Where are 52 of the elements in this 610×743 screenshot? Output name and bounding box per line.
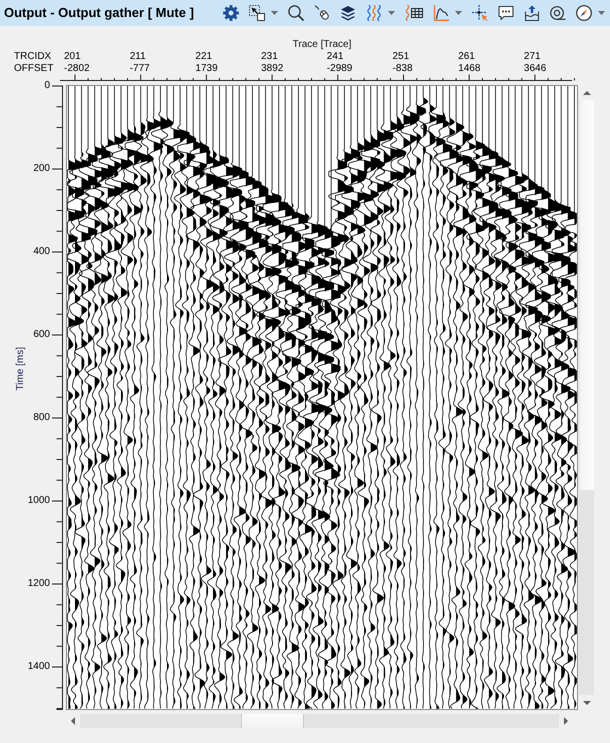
triangle-down-icon bbox=[582, 700, 590, 704]
compass-icon[interactable] bbox=[576, 5, 592, 21]
x-tick-label: 3892 bbox=[261, 63, 284, 75]
caret-down-icon[interactable] bbox=[271, 11, 278, 15]
x-tick-label: 271 bbox=[524, 51, 541, 63]
y-tick-label: 0 bbox=[44, 80, 50, 92]
axis-row-label: OFFSET bbox=[14, 63, 54, 75]
search-icon[interactable] bbox=[288, 5, 304, 21]
selection-icon[interactable] bbox=[249, 5, 265, 21]
window-title: Output - Output gather [ Mute ] bbox=[4, 5, 194, 21]
wave-table-icon[interactable] bbox=[405, 5, 423, 21]
layers-icon[interactable] bbox=[340, 5, 356, 21]
caret-down-icon[interactable] bbox=[598, 11, 605, 15]
triangle-up-icon bbox=[582, 90, 590, 94]
y-tick-label: 1000 bbox=[28, 495, 50, 507]
caret-down-icon[interactable] bbox=[455, 11, 462, 15]
x-tick-label: 251 bbox=[392, 51, 410, 63]
x-tick-label: 211 bbox=[130, 51, 146, 63]
axis-row-label: TRCIDX bbox=[14, 51, 52, 63]
x-tick-label: -2989 bbox=[326, 63, 352, 75]
x-tick-label: -2802 bbox=[64, 63, 90, 75]
scrollbar-thumb[interactable] bbox=[241, 714, 304, 728]
x-tick-label: 3646 bbox=[524, 63, 546, 75]
y-tick-label: 800 bbox=[33, 412, 50, 424]
y-tick-label: 1200 bbox=[28, 578, 50, 590]
x-tick-label: 261 bbox=[458, 51, 475, 63]
x-tick-label: -838 bbox=[392, 63, 413, 75]
x-tick-label: 241 bbox=[326, 51, 344, 63]
crosshair-icon[interactable] bbox=[472, 5, 488, 21]
wave-lines-icon[interactable] bbox=[366, 5, 382, 21]
comment-icon[interactable] bbox=[498, 5, 514, 21]
y-tick-label: 600 bbox=[33, 329, 50, 341]
caret-down-icon[interactable] bbox=[388, 11, 395, 15]
gear-icon[interactable] bbox=[223, 5, 239, 21]
y-tick-label: 400 bbox=[33, 246, 50, 258]
x-axis-title: Trace [Trace] bbox=[292, 39, 352, 51]
y-tick-label: 1400 bbox=[28, 661, 50, 673]
x-tick-label: 231 bbox=[261, 51, 278, 63]
mouse-icon[interactable] bbox=[314, 5, 330, 21]
upload-icon[interactable] bbox=[524, 5, 540, 21]
scrollbar-thumb[interactable] bbox=[579, 100, 594, 490]
x-tick-label: 1468 bbox=[458, 63, 480, 75]
y-axis-title: Time [ms] bbox=[15, 347, 27, 391]
triangle-right-icon bbox=[564, 717, 568, 725]
tape-icon[interactable] bbox=[550, 5, 566, 21]
x-tick-label: -777 bbox=[130, 63, 150, 75]
x-tick-label: 221 bbox=[195, 51, 212, 63]
triangle-left-icon bbox=[71, 717, 75, 725]
line-chart-icon[interactable] bbox=[433, 5, 449, 21]
x-tick-label: 201 bbox=[64, 51, 81, 63]
y-tick-label: 200 bbox=[33, 163, 50, 175]
x-tick-label: 1739 bbox=[195, 63, 218, 75]
